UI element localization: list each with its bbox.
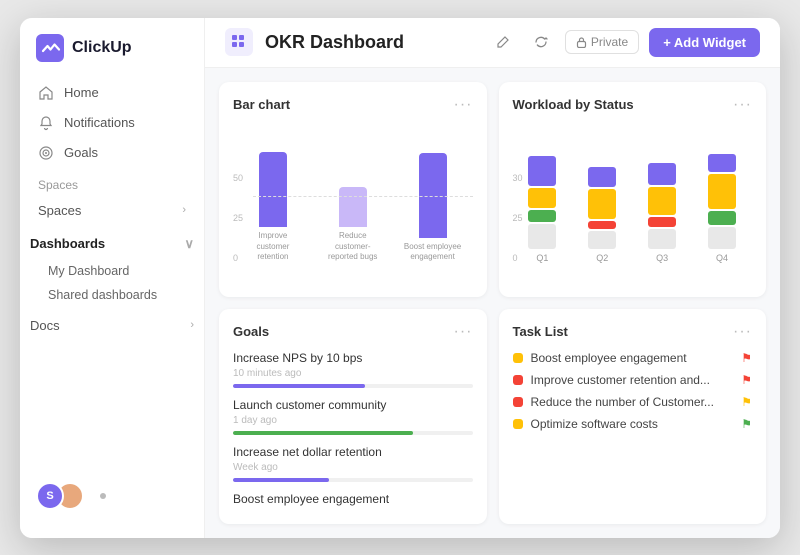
goals-widget: Goals ··· Increase NPS by 10 bps 10 minu…: [219, 309, 487, 524]
sidebar-item-spaces[interactable]: Spaces ›: [28, 196, 196, 225]
stacked-group-q2: Q2: [577, 167, 627, 263]
goals-list: Increase NPS by 10 bps 10 minutes ago La…: [233, 351, 473, 510]
header-actions: Private + Add Widget: [489, 28, 760, 57]
task-item-3: Reduce the number of Customer... ⚑: [513, 395, 753, 409]
sidebar-item-dashboards[interactable]: Dashboards ∨: [20, 229, 204, 259]
task-list: Boost employee engagement ⚑ Improve cust…: [513, 351, 753, 510]
bar-2: [339, 187, 367, 227]
goals-more[interactable]: ···: [454, 323, 473, 341]
bar-group-2: Reduce customer-reported bugs: [323, 187, 383, 262]
dashboard-grid: Bar chart ··· 50 25 0 Improve customer: [205, 68, 780, 538]
refresh-button[interactable]: [527, 28, 555, 56]
header: OKR Dashboard: [205, 18, 780, 68]
task-list-title: Task List: [513, 324, 568, 339]
goal-bar-1: [233, 384, 365, 388]
workload-widget: Workload by Status ··· 30 25 0: [499, 82, 767, 297]
avatar-dot: [100, 493, 106, 499]
bell-icon: [38, 115, 54, 131]
avatar-group: S: [36, 482, 84, 510]
goal-item-2: Launch customer community 1 day ago: [233, 398, 473, 435]
app-window: ClickUp Home Notifications: [20, 18, 780, 538]
sidebar-item-docs[interactable]: Docs ›: [20, 311, 204, 340]
spaces-section-label: Spaces: [20, 168, 204, 196]
stacked-group-q1: Q1: [517, 156, 567, 263]
bar-chart-inner: 50 25 0 Improve customer retention Reduc…: [233, 173, 473, 283]
task-item-4: Optimize software costs ⚑: [513, 417, 753, 431]
stacked-chart-area: 30 25 0 Q1: [513, 124, 753, 283]
lock-icon: [576, 37, 587, 48]
avatar-user: S: [36, 482, 64, 510]
logo-text: ClickUp: [72, 39, 132, 57]
task-flag-1: ⚑: [741, 351, 752, 365]
task-dot-4: [513, 419, 523, 429]
main-content: OKR Dashboard: [205, 18, 780, 538]
task-dot-3: [513, 397, 523, 407]
bar-chart-widget: Bar chart ··· 50 25 0 Improve customer: [219, 82, 487, 297]
sidebar: ClickUp Home Notifications: [20, 18, 205, 538]
workload-more[interactable]: ···: [733, 96, 752, 114]
logo-area: ClickUp: [20, 34, 204, 78]
sidebar-item-my-dashboard[interactable]: My Dashboard: [20, 259, 204, 283]
sidebar-bottom: S: [20, 470, 204, 522]
dashboard-grid-icon: [225, 28, 253, 56]
task-item-2: Improve customer retention and... ⚑: [513, 373, 753, 387]
goal-item-3: Increase net dollar retention Week ago: [233, 445, 473, 482]
workload-title: Workload by Status: [513, 97, 634, 112]
clickup-logo-icon: [36, 34, 64, 62]
nav-items: Home Notifications Goals: [20, 78, 204, 168]
sidebar-item-shared-dashboards[interactable]: Shared dashboards: [20, 283, 204, 307]
task-flag-4: ⚑: [741, 417, 752, 431]
bar-1: [259, 152, 287, 227]
task-flag-3: ⚑: [741, 395, 752, 409]
home-icon: [38, 85, 54, 101]
spaces-chevron: ›: [182, 204, 186, 216]
task-flag-2: ⚑: [741, 373, 752, 387]
goal-item-4: Boost employee engagement: [233, 492, 473, 510]
target-icon: [38, 145, 54, 161]
edit-button[interactable]: [489, 28, 517, 56]
sidebar-item-home[interactable]: Home: [28, 78, 196, 108]
stacked-group-q3: Q3: [637, 163, 687, 263]
stacked-group-q4: Q4: [697, 154, 747, 263]
sidebar-item-notifications[interactable]: Notifications: [28, 108, 196, 138]
task-item-1: Boost employee engagement ⚑: [513, 351, 753, 365]
task-dot-2: [513, 375, 523, 385]
task-list-more[interactable]: ···: [733, 323, 752, 341]
task-dot-1: [513, 353, 523, 363]
page-title: OKR Dashboard: [265, 32, 477, 53]
bar-chart-more[interactable]: ···: [454, 96, 473, 114]
refresh-icon: [534, 35, 548, 49]
sidebar-item-goals[interactable]: Goals: [28, 138, 196, 168]
dashed-line: [253, 196, 473, 197]
bar-group-3: Boost employee engagement: [403, 153, 463, 263]
docs-chevron: ›: [190, 319, 194, 331]
goal-item-1: Increase NPS by 10 bps 10 minutes ago: [233, 351, 473, 388]
bar-chart-area: 50 25 0 Improve customer retention Reduc…: [233, 124, 473, 283]
goal-bar-2: [233, 431, 413, 435]
goal-bar-3: [233, 478, 329, 482]
edit-icon: [496, 35, 510, 49]
goals-widget-title: Goals: [233, 324, 269, 339]
add-widget-button[interactable]: + Add Widget: [649, 28, 760, 57]
private-badge[interactable]: Private: [565, 30, 639, 54]
dashboards-chevron: ∨: [184, 236, 194, 252]
task-list-widget: Task List ··· Boost employee engagement …: [499, 309, 767, 524]
bar-group-1: Improve customer retention: [243, 152, 303, 262]
bar-chart-title: Bar chart: [233, 97, 290, 112]
